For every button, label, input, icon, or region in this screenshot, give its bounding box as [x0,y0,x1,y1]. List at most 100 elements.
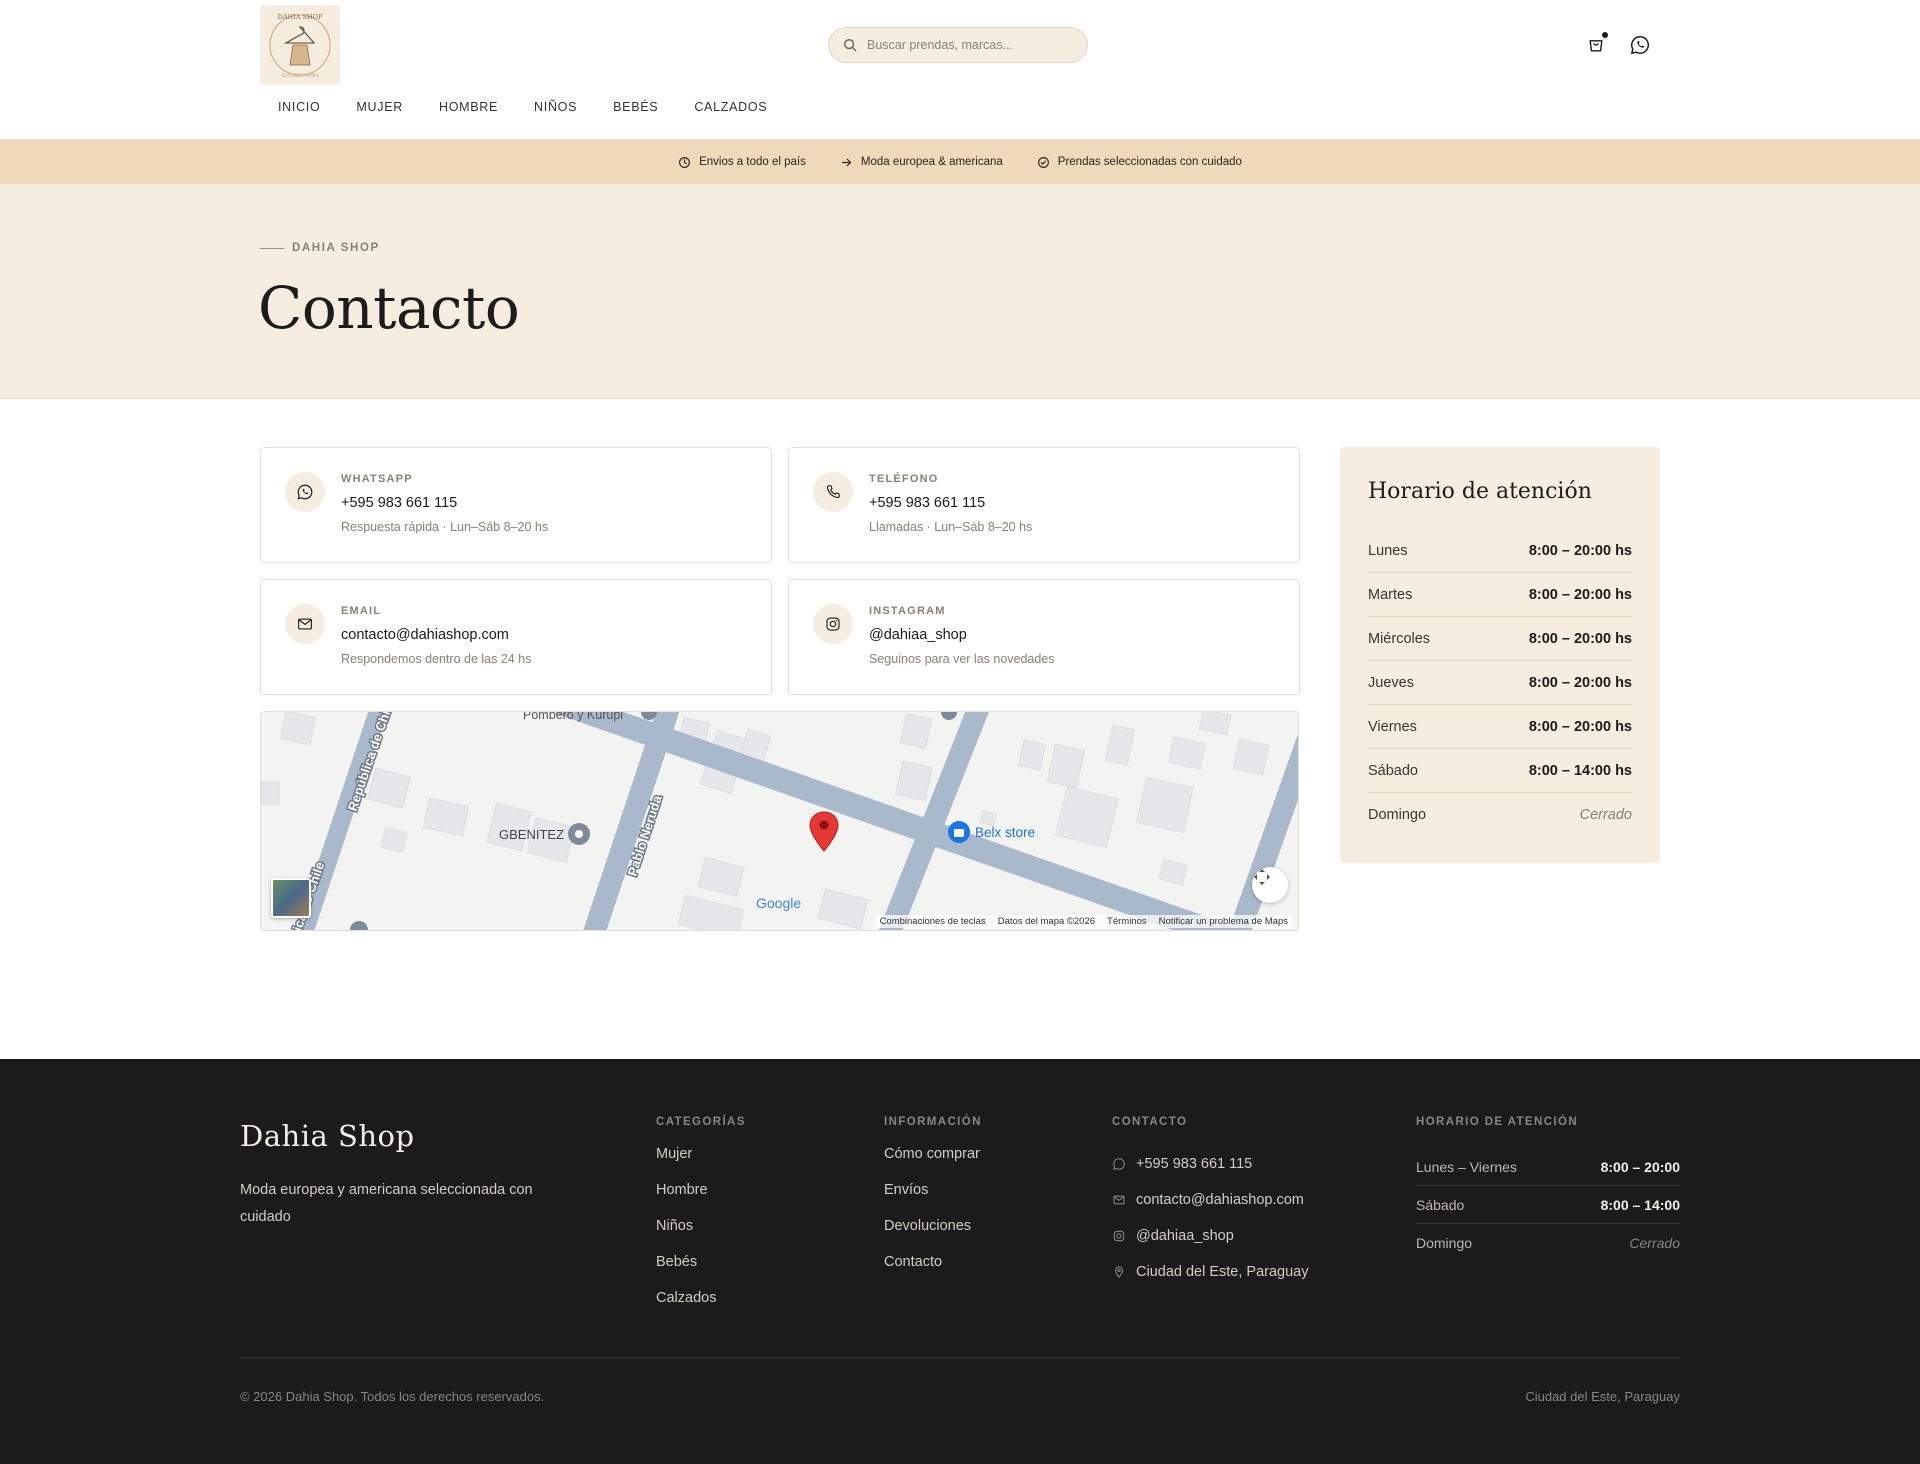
footer-link-calzados[interactable]: Calzados [656,1290,746,1326]
card-label: WHATSAPP [341,473,413,485]
footer-hours-row: Domingo Cerrado [1416,1224,1680,1262]
map-data-text: Datos del mapa ©2026 [997,916,1096,927]
hours-time: 8:00 – 20:00 hs [1528,586,1632,603]
nav-hombre[interactable]: HOMBRE [421,100,516,114]
card-value[interactable]: @dahiaa_shop [869,627,967,643]
street-view-thumbnail[interactable] [271,878,311,918]
announce-item: Envios a todo el país [678,156,806,169]
fullscreen-button[interactable] [1252,867,1288,903]
footer-hours-time: 8:00 – 20:00 [1600,1158,1680,1175]
location-pin-icon [1114,1266,1124,1279]
card-icon-wrap [813,604,853,644]
announce-text: Prendas seleccionadas con cuidado [1057,156,1242,168]
hours-row: Viernes 8:00 – 20:00 hs [1368,705,1632,749]
footer-hours-time-closed: Cerrado [1629,1235,1680,1251]
footer-brand[interactable]: Dahia Shop [240,1119,415,1153]
hours-time: 8:00 – 20:00 hs [1528,718,1632,735]
logo-text: DAHIA SHOP [278,13,323,21]
footer-heading: CATEGORÍAS [656,1116,746,1128]
card-icon-wrap [813,472,853,512]
search-input[interactable] [867,38,1067,52]
footer-contact-email[interactable]: contacto@dahiashop.com [1112,1182,1309,1218]
whatsapp-icon [1113,1158,1125,1170]
card-label: TELÉFONO [869,473,939,485]
footer-contact-text: @dahiaa_shop [1136,1228,1234,1244]
hours-time: 8:00 – 20:00 hs [1528,542,1632,559]
footer-link-mujer[interactable]: Mujer [656,1146,746,1182]
hours-list: Lunes 8:00 – 20:00 hs Martes 8:00 – 20:00 … [1368,529,1632,837]
footer-contact-text: Ciudad del Este, Paraguay [1136,1264,1309,1280]
hours-time: 8:00 – 20:00 hs [1528,674,1632,691]
footer-tagline: Moda europea y americana seleccionada co… [240,1182,533,1225]
google-logo-text: Google [756,895,802,911]
nav-ninos[interactable]: NIÑOS [516,100,595,114]
page-title: Contacto [258,274,520,342]
card-subtext: Seguinos para ver las novedades [869,652,1055,666]
clock-icon [679,156,691,168]
site-header: DAHIA SHOP SEGUNDA MANO INICIO MUJER HOM… [0,0,1920,140]
place-label: Pombero y Kurupi [523,712,623,722]
footer-heading: CONTACTO [1112,1116,1188,1128]
contact-card-email[interactable]: EMAIL contacto@dahiashop.com Respondemos… [260,579,772,695]
hanger-logo-icon: DAHIA SHOP SEGUNDA MANO [269,13,331,79]
footer-link-ninos[interactable]: Niños [656,1218,746,1254]
footer-hours-day: Lunes – Viernes [1416,1158,1517,1175]
opening-hours-panel: Horario de atención Lunes 8:00 – 20:00 hs… [1340,447,1660,863]
hours-row: Jueves 8:00 – 20:00 hs [1368,661,1632,705]
footer-link-devoluciones[interactable]: Devoluciones [884,1218,982,1254]
instagram-icon [1113,1230,1125,1242]
footer-location: Ciudad del Este, Paraguay [1525,1389,1680,1404]
card-value[interactable]: +595 983 661 115 [869,495,985,511]
hours-day: Sábado [1368,762,1418,779]
footer-copyright: © 2026 Dahia Shop. Todos los derechos re… [240,1389,545,1404]
search-bar[interactable] [828,27,1088,63]
footer-contact-instagram[interactable]: @dahiaa_shop [1112,1218,1309,1254]
main-nav: INICIO MUJER HOMBRE NIÑOS BEBÉS CALZADOS [260,100,785,114]
site-footer: Dahia Shop Moda europea y americana sele… [0,1059,1920,1464]
map-terms-link[interactable]: Términos [1107,916,1147,927]
nav-inicio[interactable]: INICIO [260,100,338,114]
phone-icon [826,485,840,499]
nav-mujer[interactable]: MUJER [338,100,421,114]
page-hero: DAHIA SHOP Contacto [0,184,1920,399]
logo-subtext: SEGUNDA MANO [281,73,319,79]
whatsapp-button[interactable] [1627,32,1653,58]
footer-hours-time: 8:00 – 14:00 [1600,1196,1680,1213]
cart-button[interactable] [1583,32,1609,58]
card-value[interactable]: +595 983 661 115 [341,495,457,511]
hours-row: Martes 8:00 – 20:00 hs [1368,573,1632,617]
hours-title: Horario de atención [1368,479,1592,504]
footer-contact-whatsapp[interactable]: +595 983 661 115 [1112,1146,1309,1182]
card-label: EMAIL [341,605,382,617]
mail-icon [298,618,312,630]
nav-bebes[interactable]: BEBÉS [595,100,676,114]
footer-link-como-comprar[interactable]: Cómo comprar [884,1146,982,1182]
footer-heading: HORARIO DE ATENCIÓN [1416,1116,1579,1128]
contact-card-instagram[interactable]: INSTAGRAM @dahiaa_shop Seguinos para ver… [788,579,1300,695]
card-subtext: Respuesta rápida · Lun–Sáb 8–20 hs [341,520,549,534]
footer-contact-text: contacto@dahiashop.com [1136,1192,1304,1208]
footer-info: INFORMACIÓN Cómo comprar Envíos Devoluci… [884,1116,982,1290]
footer-contact-text: +595 983 661 115 [1136,1156,1253,1172]
contact-card-whatsapp[interactable]: WHATSAPP +595 983 661 115 Respuesta rápi… [260,447,772,563]
nav-calzados[interactable]: CALZADOS [676,100,785,114]
footer-link-bebes[interactable]: Bebés [656,1254,746,1290]
embedded-map[interactable]: República de Chile Pablo Neruda ica de C… [260,711,1299,931]
logo[interactable]: DAHIA SHOP SEGUNDA MANO [260,5,340,85]
footer-link-contacto[interactable]: Contacto [884,1254,982,1290]
card-value[interactable]: contacto@dahiashop.com [341,627,509,643]
place-label: GBENITEZ [499,827,564,842]
search-icon [844,39,857,52]
footer-heading: INFORMACIÓN [884,1116,982,1128]
footer-link-hombre[interactable]: Hombre [656,1182,746,1218]
footer-link-envios[interactable]: Envíos [884,1182,982,1218]
google-logo: Google [756,895,801,911]
hours-day: Domingo [1368,807,1427,823]
map-shortcuts-link[interactable]: Combinaciones de teclas [880,916,986,927]
contact-card-phone[interactable]: TELÉFONO +595 983 661 115 Llamadas · Lun… [788,447,1300,563]
hours-row: Miércoles 8:00 – 20:00 hs [1368,617,1632,661]
whatsapp-icon [1631,36,1650,54]
footer-contact: CONTACTO +595 983 661 115 contacto@dahia… [1112,1116,1309,1290]
map-report-link[interactable]: Notificar un problema de Maps [1159,916,1288,927]
mail-icon [1113,1195,1125,1205]
